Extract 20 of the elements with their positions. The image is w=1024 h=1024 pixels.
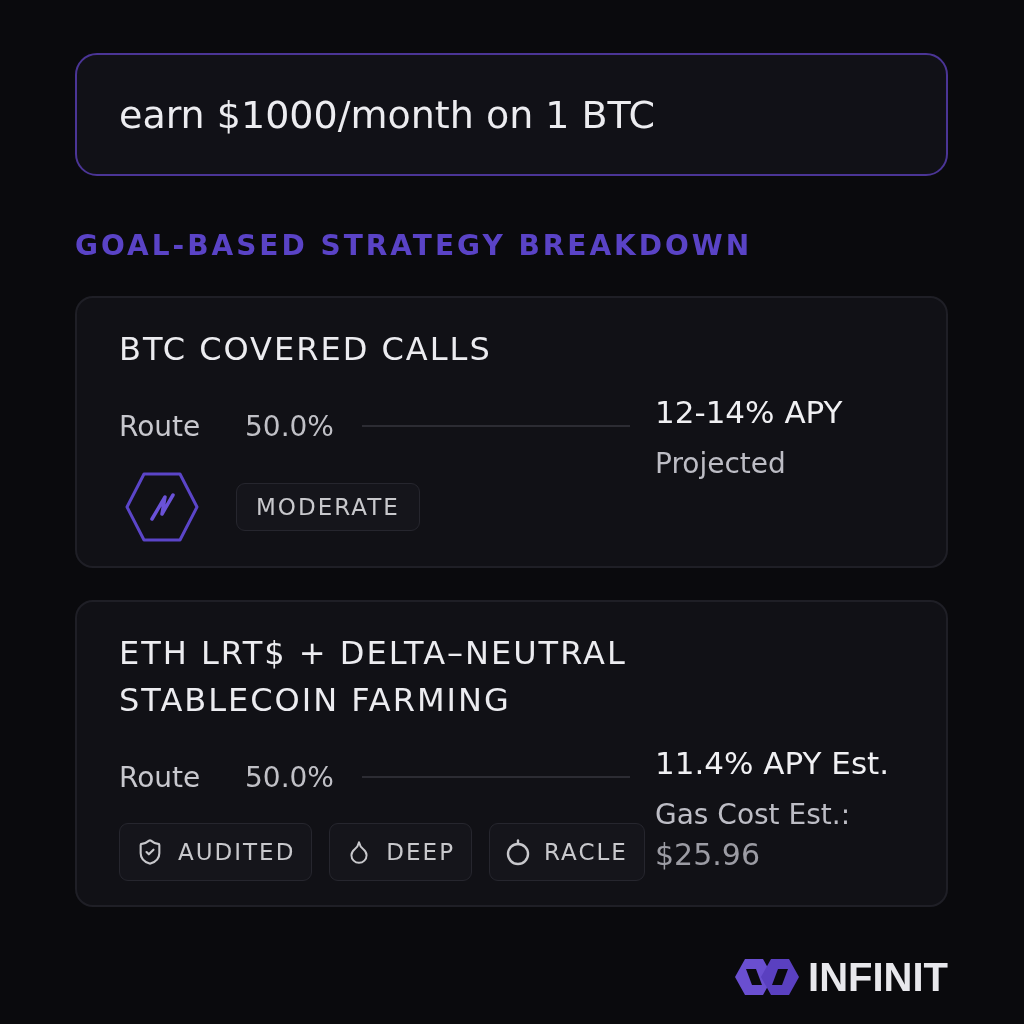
route-share: 50.0%	[245, 760, 334, 794]
tag-label: AUDITED	[178, 839, 296, 865]
route-label: Route	[119, 409, 202, 443]
apy-note: Projected	[655, 446, 786, 482]
section-heading: GOAL-BASED STRATEGY BREAKDOWN	[75, 228, 753, 264]
apy-value: 11.4% APY Est.	[655, 744, 890, 782]
query-field[interactable]: earn $1000/month on 1 BTC	[75, 53, 948, 176]
gas-cost-value: $25.96	[655, 837, 760, 873]
strategy-title: ETH LRT$ + DELTA–NEUTRAL STABLECOIN FARMING	[119, 633, 628, 721]
apy-value: 12-14% APY	[655, 393, 843, 431]
logo-icon	[735, 958, 799, 996]
tag-label: MODERATE	[256, 494, 400, 520]
gas-cost-label: Gas Cost Est.:	[655, 797, 851, 833]
ring-icon	[506, 838, 530, 866]
tag-label: DEEP	[386, 839, 455, 865]
strategy-title: BTC COVERED CALLS	[119, 329, 492, 370]
route-share: 50.0%	[245, 409, 334, 443]
brand-name: INFINIT	[808, 955, 948, 999]
tag-label: RACLE	[544, 839, 628, 865]
route-label: Route	[119, 760, 202, 794]
